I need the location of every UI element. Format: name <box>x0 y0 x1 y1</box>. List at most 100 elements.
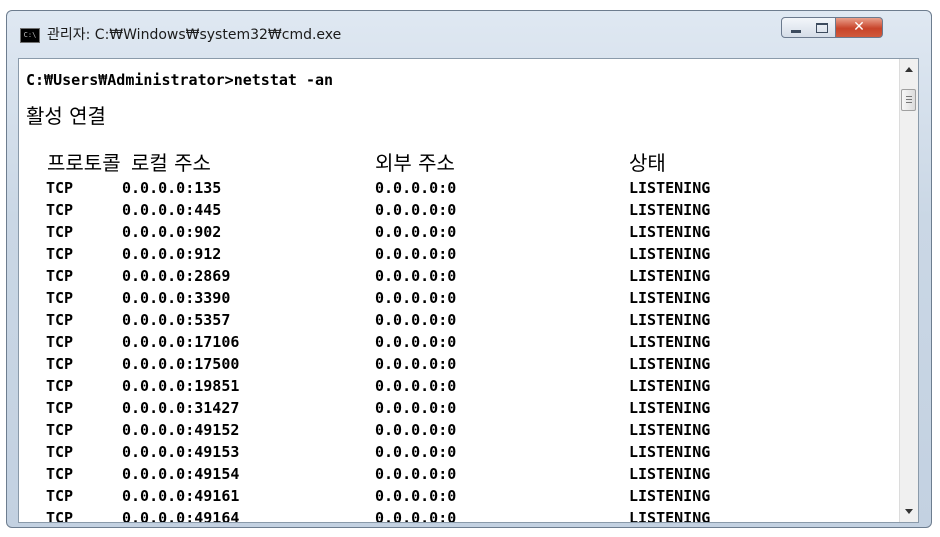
cell-foreign: 0.0.0.0:0 <box>375 245 457 263</box>
cell-state: LISTENING <box>629 245 711 263</box>
cell-state: LISTENING <box>629 223 711 241</box>
cell-proto: TCP <box>46 267 74 285</box>
list-item: TCP 0.0.0.0:3390 0.0.0.0:0 LISTENING <box>19 289 899 311</box>
cell-proto: TCP <box>46 333 74 351</box>
list-item: TCP 0.0.0.0:5357 0.0.0.0:0 LISTENING <box>19 311 899 333</box>
close-button[interactable]: ✕ <box>836 17 883 38</box>
cell-proto: TCP <box>46 289 74 307</box>
title-bar[interactable]: C:\ 관리자: C:₩Windows₩system32₩cmd.exe ✕ <box>7 11 931 57</box>
list-item: TCP 0.0.0.0:2869 0.0.0.0:0 LISTENING <box>19 267 899 289</box>
cell-local: 0.0.0.0:5357 <box>122 311 231 329</box>
cell-local: 0.0.0.0:31427 <box>122 399 240 417</box>
cell-proto: TCP <box>46 399 74 417</box>
grip-icon <box>906 96 912 97</box>
cell-local: 0.0.0.0:445 <box>122 201 222 219</box>
cell-state: LISTENING <box>629 421 711 439</box>
cell-local: 0.0.0.0:17500 <box>122 355 240 373</box>
cell-proto: TCP <box>46 465 74 483</box>
cell-foreign: 0.0.0.0:0 <box>375 223 457 241</box>
cell-proto: TCP <box>46 509 74 523</box>
cell-state: LISTENING <box>629 465 711 483</box>
cmd-icon[interactable]: C:\ <box>20 28 40 43</box>
list-item: TCP 0.0.0.0:49154 0.0.0.0:0 LISTENING <box>19 465 899 487</box>
cell-state: LISTENING <box>629 487 711 505</box>
cell-local: 0.0.0.0:49164 <box>122 509 240 523</box>
cell-foreign: 0.0.0.0:0 <box>375 355 457 373</box>
cell-local: 0.0.0.0:3390 <box>122 289 231 307</box>
cell-foreign: 0.0.0.0:0 <box>375 201 457 219</box>
maximize-button[interactable] <box>808 17 836 38</box>
maximize-icon <box>816 23 828 33</box>
cmd-window: C:\ 관리자: C:₩Windows₩system32₩cmd.exe ✕ C… <box>6 10 932 528</box>
cell-proto: TCP <box>46 311 74 329</box>
header-protocol: 프로토콜 <box>47 151 121 175</box>
cell-proto: TCP <box>46 201 74 219</box>
cell-foreign: 0.0.0.0:0 <box>375 267 457 285</box>
cell-local: 0.0.0.0:19851 <box>122 377 240 395</box>
cell-proto: TCP <box>46 179 74 197</box>
cell-local: 0.0.0.0:135 <box>122 179 222 197</box>
list-item: TCP 0.0.0.0:135 0.0.0.0:0 LISTENING <box>19 179 899 201</box>
list-item: TCP 0.0.0.0:49153 0.0.0.0:0 LISTENING <box>19 443 899 465</box>
cell-foreign: 0.0.0.0:0 <box>375 509 457 523</box>
prompt-line: C:₩Users₩Administrator>netstat -an <box>26 71 334 89</box>
cell-foreign: 0.0.0.0:0 <box>375 289 457 307</box>
cell-foreign: 0.0.0.0:0 <box>375 443 457 461</box>
cell-state: LISTENING <box>629 509 711 523</box>
cell-state: LISTENING <box>629 355 711 373</box>
cell-foreign: 0.0.0.0:0 <box>375 333 457 351</box>
cell-proto: TCP <box>46 443 74 461</box>
cell-local: 0.0.0.0:17106 <box>122 333 240 351</box>
list-item: TCP 0.0.0.0:17106 0.0.0.0:0 LISTENING <box>19 333 899 355</box>
cell-state: LISTENING <box>629 267 711 285</box>
header-local-address: 로컬 주소 <box>131 151 211 175</box>
cell-proto: TCP <box>46 421 74 439</box>
cell-state: LISTENING <box>629 289 711 307</box>
cell-local: 0.0.0.0:49161 <box>122 487 240 505</box>
cell-proto: TCP <box>46 487 74 505</box>
cell-foreign: 0.0.0.0:0 <box>375 179 457 197</box>
list-item: TCP 0.0.0.0:19851 0.0.0.0:0 LISTENING <box>19 377 899 399</box>
cell-foreign: 0.0.0.0:0 <box>375 465 457 483</box>
cell-local: 0.0.0.0:49152 <box>122 421 240 439</box>
section-heading: 활성 연결 <box>26 104 106 128</box>
header-foreign-address: 외부 주소 <box>375 151 455 175</box>
console-output[interactable]: C:₩Users₩Administrator>netstat -an 활성 연결… <box>18 58 919 523</box>
list-item: TCP 0.0.0.0:445 0.0.0.0:0 LISTENING <box>19 201 899 223</box>
cell-local: 0.0.0.0:49154 <box>122 465 240 483</box>
minimize-icon <box>791 30 801 33</box>
cell-state: LISTENING <box>629 377 711 395</box>
list-item: TCP 0.0.0.0:49164 0.0.0.0:0 LISTENING <box>19 509 899 523</box>
list-item: TCP 0.0.0.0:17500 0.0.0.0:0 LISTENING <box>19 355 899 377</box>
vertical-scrollbar[interactable] <box>899 59 918 522</box>
cell-proto: TCP <box>46 223 74 241</box>
list-item: TCP 0.0.0.0:49161 0.0.0.0:0 LISTENING <box>19 487 899 509</box>
cell-foreign: 0.0.0.0:0 <box>375 487 457 505</box>
window-title: 관리자: C:₩Windows₩system32₩cmd.exe <box>47 27 342 43</box>
close-icon: ✕ <box>853 19 865 35</box>
list-item: TCP 0.0.0.0:31427 0.0.0.0:0 LISTENING <box>19 399 899 421</box>
cell-proto: TCP <box>46 377 74 395</box>
cell-state: LISTENING <box>629 443 711 461</box>
scroll-up-icon[interactable] <box>905 67 913 72</box>
cell-state: LISTENING <box>629 333 711 351</box>
header-state: 상태 <box>629 151 666 175</box>
cell-state: LISTENING <box>629 179 711 197</box>
cell-foreign: 0.0.0.0:0 <box>375 311 457 329</box>
cell-local: 0.0.0.0:2869 <box>122 267 231 285</box>
cell-foreign: 0.0.0.0:0 <box>375 399 457 417</box>
cell-state: LISTENING <box>629 399 711 417</box>
scroll-thumb[interactable] <box>901 89 916 111</box>
cell-foreign: 0.0.0.0:0 <box>375 377 457 395</box>
minimize-button[interactable] <box>781 17 809 38</box>
list-item: TCP 0.0.0.0:912 0.0.0.0:0 LISTENING <box>19 245 899 267</box>
cell-state: LISTENING <box>629 311 711 329</box>
cell-proto: TCP <box>46 355 74 373</box>
cell-proto: TCP <box>46 245 74 263</box>
list-item: TCP 0.0.0.0:902 0.0.0.0:0 LISTENING <box>19 223 899 245</box>
cell-local: 0.0.0.0:912 <box>122 245 222 263</box>
cell-local: 0.0.0.0:902 <box>122 223 222 241</box>
cell-state: LISTENING <box>629 201 711 219</box>
cell-local: 0.0.0.0:49153 <box>122 443 240 461</box>
scroll-down-icon[interactable] <box>905 509 913 514</box>
